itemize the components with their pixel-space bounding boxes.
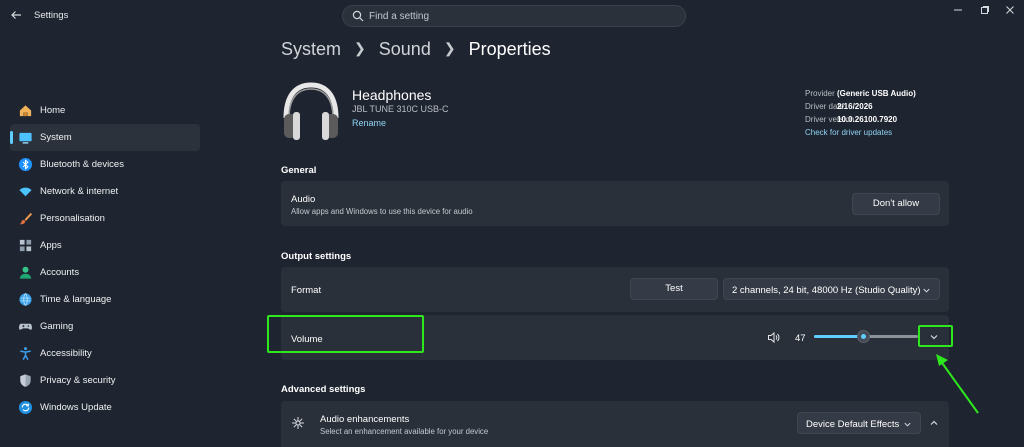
sidebar-item-home[interactable]: Home [10, 97, 200, 124]
sidebar-item-label: Windows Update [40, 402, 112, 413]
sidebar-item-label: System [40, 132, 72, 143]
audio-enhancements-card: Audio enhancements Select an enhancement… [281, 401, 949, 447]
sidebar-item-label: Apps [40, 240, 62, 251]
chevron-right-icon: ❯ [354, 40, 366, 56]
sidebar-item-personalisation[interactable]: Personalisation [10, 205, 200, 232]
chevron-down-icon [904, 422, 911, 427]
test-button[interactable]: Test [630, 278, 718, 300]
sidebar-item-label: Home [40, 105, 66, 116]
search-icon [352, 10, 364, 22]
close-icon[interactable] [1003, 5, 1017, 19]
sidebar-item-windows-update[interactable]: Windows Update [10, 394, 200, 421]
sidebar-item-label: Bluetooth & devices [40, 159, 124, 170]
sidebar-item-label: Personalisation [40, 213, 105, 224]
device-name: Headphones [352, 87, 432, 103]
speaker-icon[interactable] [767, 331, 780, 344]
search-box[interactable]: Find a setting [342, 5, 686, 27]
back-arrow-icon[interactable] [8, 9, 24, 25]
volume-value: 47 [795, 333, 806, 344]
gamepad-icon [19, 323, 32, 330]
format-dropdown[interactable]: 2 channels, 24 bit, 48000 Hz (Studio Qua… [723, 278, 940, 300]
audio-description: Allow apps and Windows to use this devic… [291, 207, 473, 216]
provider-value: (Generic USB Audio) [837, 89, 916, 98]
title-bar: Settings Find a setting [0, 0, 1024, 34]
sidebar-item-bluetooth[interactable]: Bluetooth & devices [10, 151, 200, 178]
sidebar-item-time-language[interactable]: Time & language [10, 286, 200, 313]
bluetooth-icon [18, 157, 33, 172]
sidebar-item-label: Gaming [40, 321, 74, 332]
breadcrumb-item-system[interactable]: System [281, 39, 341, 60]
sparkle-icon [292, 417, 304, 429]
page-title: Properties [468, 39, 551, 59]
breadcrumb: System ❯ Sound ❯ Properties [281, 39, 551, 60]
dont-allow-button[interactable]: Don't allow [852, 193, 940, 215]
globe-icon [19, 293, 32, 306]
volume-slider-thumb[interactable] [856, 330, 870, 343]
breadcrumb-item-sound[interactable]: Sound [379, 39, 431, 60]
chevron-right-icon: ❯ [443, 40, 456, 56]
brush-icon [19, 212, 33, 225]
shield-icon [20, 374, 31, 387]
chevron-down-icon [923, 288, 930, 293]
sidebar-nav: Home System Bluetooth & devices Network … [10, 97, 200, 421]
apps-icon [19, 239, 32, 252]
sidebar-item-label: Network & internet [40, 186, 119, 197]
home-icon [19, 105, 32, 117]
provider-label: Provider [805, 89, 835, 98]
sidebar-item-accounts[interactable]: Accounts [10, 259, 200, 286]
general-section-title: General [281, 165, 317, 176]
audio-enhancements-title: Audio enhancements [320, 414, 410, 425]
minimize-icon[interactable] [951, 5, 965, 19]
sidebar-item-apps[interactable]: Apps [10, 232, 200, 259]
driver-date-value: 2/16/2026 [837, 102, 873, 111]
output-section-title: Output settings [281, 251, 352, 262]
headphones-icon [283, 82, 339, 140]
restore-icon[interactable] [978, 5, 992, 19]
audio-title: Audio [291, 194, 316, 205]
app-title: Settings [34, 10, 69, 21]
audio-card: Audio Allow apps and Windows to use this… [281, 181, 949, 226]
sidebar-item-gaming[interactable]: Gaming [10, 313, 200, 340]
enhancements-dropdown-value: Device Default Effects [806, 419, 900, 430]
person-icon [19, 266, 32, 279]
format-label: Format [291, 285, 322, 296]
sidebar-item-label: Accounts [40, 267, 80, 278]
format-card: Format Test 2 channels, 24 bit, 48000 Hz… [281, 267, 949, 312]
sidebar-item-network[interactable]: Network & internet [10, 178, 200, 205]
active-indicator [10, 131, 13, 144]
volume-label-highlight [267, 315, 424, 353]
volume-slider-fill [814, 335, 863, 338]
audio-enhancements-description: Select an enhancement available for your… [320, 427, 489, 436]
search-placeholder[interactable]: Find a setting [369, 11, 429, 22]
sidebar-item-label: Time & language [40, 294, 112, 305]
check-driver-updates-link[interactable]: Check for driver updates [805, 128, 892, 137]
expand-chevron-highlight [918, 325, 953, 347]
volume-slider[interactable] [814, 330, 918, 343]
sidebar-item-accessibility[interactable]: Accessibility [10, 340, 200, 367]
accessibility-icon [20, 347, 31, 360]
sidebar-item-label: Privacy & security [40, 375, 116, 386]
advanced-section-title: Advanced settings [281, 384, 366, 395]
driver-version-value: 10.0.26100.7920 [837, 115, 898, 124]
enhancements-dropdown[interactable]: Device Default Effects [797, 412, 921, 434]
rename-link[interactable]: Rename [352, 118, 386, 128]
wifi-icon [19, 187, 32, 197]
device-model: JBL TUNE 310C USB-C [352, 104, 449, 114]
update-icon [18, 400, 33, 415]
format-dropdown-value: 2 channels, 24 bit, 48000 Hz (Studio Qua… [732, 285, 921, 296]
sidebar-item-label: Accessibility [40, 348, 92, 359]
sidebar-item-privacy[interactable]: Privacy & security [10, 367, 200, 394]
system-icon [19, 132, 32, 144]
chevron-up-icon[interactable] [929, 418, 939, 428]
sidebar-item-system[interactable]: System [10, 124, 200, 151]
